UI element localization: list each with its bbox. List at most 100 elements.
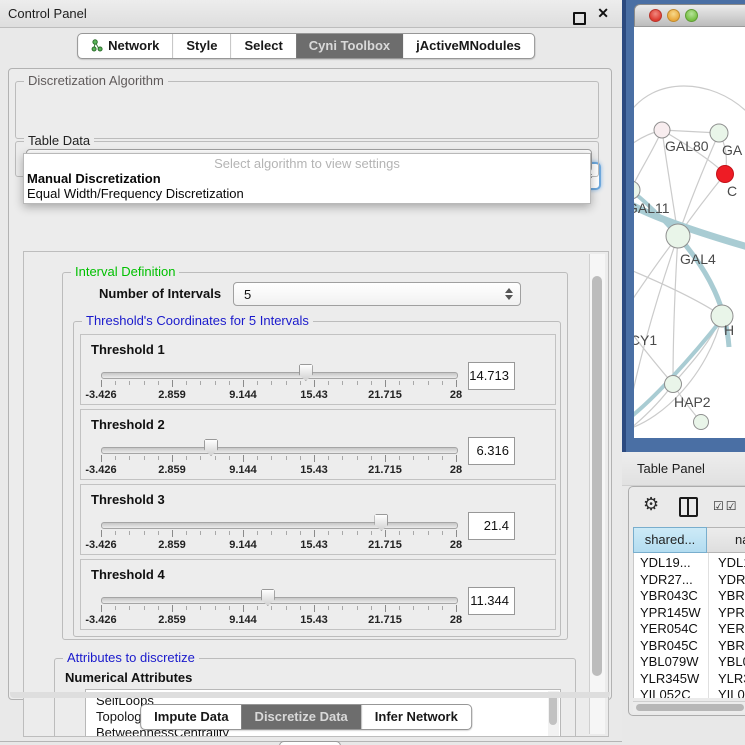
threshold-value-field[interactable]: 21.4 bbox=[468, 512, 515, 540]
columns-icon[interactable] bbox=[679, 497, 698, 517]
slider-tick bbox=[271, 381, 272, 385]
tab-discretize-data[interactable]: Discretize Data bbox=[242, 705, 361, 729]
number-of-intervals-value: 5 bbox=[244, 287, 251, 302]
slider-tick bbox=[215, 456, 216, 460]
table-row[interactable]: YDL19...YDL1 bbox=[634, 555, 745, 572]
cell-shared-name: YER054C bbox=[640, 621, 698, 636]
network-node-label: C bbox=[727, 183, 737, 199]
threshold-2-panel: Threshold 2 6.316 -3.4262.8599.14415.432… bbox=[80, 409, 556, 480]
tab-label: jActiveMNodules bbox=[416, 38, 521, 53]
network-node[interactable] bbox=[694, 415, 709, 430]
slider-tick bbox=[328, 456, 329, 460]
network-node[interactable] bbox=[717, 166, 734, 183]
slider-scale-label: 21.715 bbox=[350, 539, 420, 551]
slider-track[interactable] bbox=[101, 372, 458, 379]
slider-tick bbox=[399, 606, 400, 610]
slider-tick bbox=[385, 380, 386, 387]
apply-button[interactable]: Apply bbox=[279, 741, 341, 745]
slider-tick bbox=[115, 606, 116, 610]
table-row[interactable]: YPR145WYPR1 bbox=[634, 605, 745, 622]
table-row[interactable]: YER054CYER0 bbox=[634, 621, 745, 638]
slider-tick bbox=[144, 381, 145, 385]
slider-scale-label: 9.144 bbox=[208, 464, 278, 476]
tab-select[interactable]: Select bbox=[230, 34, 295, 58]
slider-track[interactable] bbox=[101, 522, 458, 529]
cell-shared-name: YDR27... bbox=[640, 572, 693, 587]
close-icon[interactable]: ✕ bbox=[597, 5, 609, 22]
table-row[interactable]: YLR345WYLR3 bbox=[634, 671, 745, 688]
tab-style[interactable]: Style bbox=[172, 34, 230, 58]
table-row[interactable]: YBL079WYBL0 bbox=[634, 654, 745, 671]
table-panel-header: Table Panel bbox=[622, 452, 745, 486]
slider-tick bbox=[314, 530, 315, 537]
combo-arrows-icon bbox=[505, 288, 513, 300]
threshold-value-field[interactable]: 6.316 bbox=[468, 437, 515, 465]
column-header-shared[interactable]: shared... bbox=[633, 527, 707, 553]
zoom-traffic-light-icon[interactable] bbox=[685, 9, 698, 22]
tab-network[interactable]: Network bbox=[78, 34, 172, 58]
slider-track[interactable] bbox=[101, 597, 458, 604]
table-row[interactable]: YBR045CYBR0 bbox=[634, 638, 745, 655]
slider-tick bbox=[357, 531, 358, 535]
tab-infer-network[interactable]: Infer Network bbox=[361, 705, 471, 729]
slider-tick bbox=[215, 606, 216, 610]
slider-tick bbox=[172, 605, 173, 612]
checked-boxes-icon[interactable]: ☑☑ bbox=[713, 499, 739, 513]
table-row[interactable]: YBR043CYBR0 bbox=[634, 588, 745, 605]
network-nodes[interactable]: GAL80GACGAL11GAL4GCY1HHAP2 bbox=[634, 122, 743, 438]
slider-tick bbox=[158, 531, 159, 535]
slider-scale-label: 15.43 bbox=[279, 464, 349, 476]
network-node[interactable] bbox=[710, 124, 728, 142]
app-root: Control Panel ✕ Network Style Select Cyn… bbox=[0, 0, 745, 745]
slider-scale-label: 9.144 bbox=[208, 539, 278, 551]
network-node[interactable] bbox=[665, 376, 682, 393]
table-row[interactable]: YIL052CYIL0 bbox=[634, 687, 745, 698]
slider-tick bbox=[172, 380, 173, 387]
network-icon bbox=[91, 39, 103, 52]
dropdown-option-equal-width[interactable]: Equal Width/Frequency Discretization bbox=[24, 186, 590, 201]
threshold-value-field[interactable]: 11.344 bbox=[468, 587, 515, 615]
column-header-name[interactable]: na bbox=[707, 527, 745, 553]
slider-tick bbox=[300, 456, 301, 460]
network-node[interactable] bbox=[666, 224, 690, 248]
slider-tick bbox=[286, 531, 287, 535]
gear-icon[interactable]: ⚙ bbox=[643, 495, 659, 513]
slider-tick bbox=[428, 381, 429, 385]
threshold-value-field[interactable]: 14.713 bbox=[468, 362, 515, 390]
minimize-traffic-light-icon[interactable] bbox=[667, 9, 680, 22]
settings-scrollbar-thumb[interactable] bbox=[592, 276, 602, 676]
slider-track[interactable] bbox=[101, 447, 458, 454]
tab-jactivemnodules[interactable]: jActiveMNodules bbox=[403, 34, 534, 58]
table-hscrollbar-thumb[interactable] bbox=[636, 704, 744, 711]
algorithm-dropdown-popup: Select algorithm to view settings Manual… bbox=[23, 153, 591, 204]
network-node[interactable] bbox=[654, 122, 670, 138]
cell-shared-name: YBL079W bbox=[640, 654, 699, 669]
number-of-intervals-combobox[interactable]: 5 bbox=[233, 282, 521, 306]
slider-scale-label: -3.426 bbox=[66, 539, 136, 551]
slider-tick bbox=[314, 380, 315, 387]
table-hscrollbar[interactable] bbox=[633, 701, 745, 713]
discretize-panel: Discretization Algorithm Select algorith… bbox=[8, 68, 612, 700]
slider-tick bbox=[129, 381, 130, 385]
network-node-label: GAL4 bbox=[680, 251, 716, 267]
table-rows[interactable]: YDL19...YDL1YDR27... YDR2YBR043CYBR0YPR14… bbox=[633, 553, 745, 698]
number-of-intervals-label: Number of Intervals bbox=[99, 286, 221, 301]
float-window-icon[interactable] bbox=[573, 12, 586, 25]
tab-cyni-toolbox[interactable]: Cyni Toolbox bbox=[296, 34, 403, 58]
slider-tick bbox=[271, 531, 272, 535]
slider-tick bbox=[442, 606, 443, 610]
slider-tick bbox=[286, 456, 287, 460]
slider-tick bbox=[385, 605, 386, 612]
cell-name: YDR2 bbox=[718, 572, 745, 587]
tab-impute-data[interactable]: Impute Data bbox=[141, 705, 241, 729]
slider-scale-label: 2.859 bbox=[137, 539, 207, 551]
table-row[interactable]: YDR27... YDR2 bbox=[634, 572, 745, 589]
slider-tick bbox=[200, 606, 201, 610]
slider-tick bbox=[129, 531, 130, 535]
settings-scrollbar[interactable] bbox=[589, 254, 605, 734]
network-canvas[interactable]: GAL80GACGAL11GAL4GCY1HHAP2 bbox=[634, 27, 745, 438]
dropdown-option-manual[interactable]: Manual Discretization bbox=[24, 171, 590, 186]
close-traffic-light-icon[interactable] bbox=[649, 9, 662, 22]
slider-scale-label: 28 bbox=[421, 614, 491, 626]
cell-shared-name: YLR345W bbox=[640, 671, 699, 686]
